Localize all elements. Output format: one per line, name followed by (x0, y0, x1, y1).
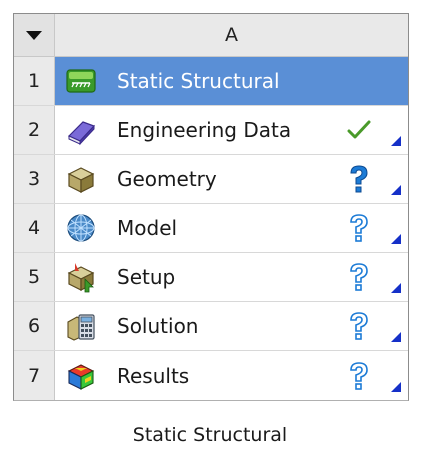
question-outline-icon (350, 263, 368, 291)
cell-label: Setup (117, 265, 176, 289)
cell-corner-marker[interactable] (391, 382, 401, 392)
row-number: 1 (14, 57, 55, 105)
cell-corner-marker[interactable] (391, 136, 401, 146)
static-structural-icon (66, 69, 96, 93)
results-contour-icon (67, 363, 95, 390)
cell-label: Model (117, 216, 178, 240)
question-outline-icon (350, 214, 368, 242)
status-indicator (346, 164, 372, 194)
setup-icon (67, 263, 95, 293)
column-header: A (55, 14, 408, 56)
status-indicator (346, 213, 372, 243)
status-indicator (346, 262, 372, 292)
analysis-system-block: A 1 Static Structural 2 Engineering Data (13, 13, 409, 401)
system-name-caption[interactable]: Static Structural (0, 424, 420, 446)
cell-geometry[interactable]: 3 Geometry (14, 155, 408, 204)
cell-label: Static Structural (117, 69, 280, 93)
cell-label: Solution (117, 314, 199, 338)
system-menu-button[interactable] (14, 14, 55, 56)
cell-label: Geometry (117, 167, 217, 191)
status-indicator (346, 115, 372, 145)
cell-model[interactable]: 4 Model (14, 204, 408, 253)
status-indicator (346, 361, 372, 391)
cell-corner-marker[interactable] (391, 332, 401, 342)
question-outline-icon (350, 312, 368, 340)
cell-solution[interactable]: 6 Solution (14, 302, 408, 351)
cell-label: Results (117, 363, 190, 388)
row-number: 7 (14, 351, 55, 400)
model-mesh-icon (67, 214, 95, 242)
check-icon (347, 120, 371, 139)
cell-static-structural[interactable]: 1 Static Structural (14, 57, 408, 106)
cell-engineering-data[interactable]: 2 Engineering Data (14, 106, 408, 155)
solution-calculator-icon (67, 314, 95, 341)
cell-results[interactable]: 7 Results (14, 351, 408, 400)
row-number: 5 (14, 253, 55, 301)
cell-setup[interactable]: 5 Setup (14, 253, 408, 302)
question-outline-icon (350, 361, 368, 390)
dropdown-triangle-icon (26, 30, 42, 40)
geometry-box-icon (67, 167, 95, 193)
cell-corner-marker[interactable] (391, 283, 401, 293)
cell-label: Engineering Data (117, 118, 292, 142)
engineering-data-book-icon (67, 121, 96, 146)
row-number: 4 (14, 204, 55, 252)
status-indicator (346, 311, 372, 341)
cell-corner-marker[interactable] (391, 185, 401, 195)
system-header-row: A (14, 14, 408, 57)
question-solid-icon (350, 165, 368, 193)
row-number: 3 (14, 155, 55, 203)
row-number: 6 (14, 302, 55, 350)
row-number: 2 (14, 106, 55, 154)
cell-corner-marker[interactable] (391, 234, 401, 244)
